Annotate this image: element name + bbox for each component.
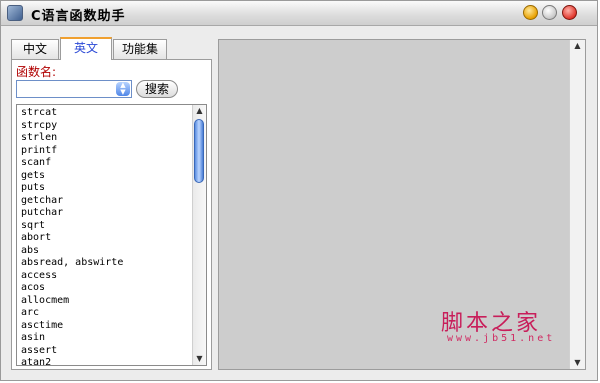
function-name-input[interactable]	[18, 82, 118, 96]
list-item[interactable]: assert	[21, 345, 191, 358]
function-name-combobox[interactable]: ▲ ▼	[16, 80, 132, 98]
scroll-thumb[interactable]	[194, 119, 204, 183]
list-item[interactable]: getchar	[21, 195, 191, 208]
list-item[interactable]: asin	[21, 332, 191, 345]
minimize-button[interactable]	[523, 5, 538, 20]
function-name-label: 函数名:	[16, 65, 57, 79]
tab-chinese[interactable]: 中文	[11, 39, 59, 59]
function-list: strcat strcpy strlen printf scanf gets p…	[21, 107, 191, 365]
list-item[interactable]: scanf	[21, 157, 191, 170]
scroll-down-arrow-icon[interactable]: ▼	[570, 357, 585, 369]
list-item[interactable]: arc	[21, 307, 191, 320]
function-listbox[interactable]: strcat strcpy strlen printf scanf gets p…	[16, 104, 207, 366]
list-item[interactable]: puts	[21, 182, 191, 195]
list-item[interactable]: abort	[21, 232, 191, 245]
list-item[interactable]: gets	[21, 170, 191, 183]
tab-function-sets[interactable]: 功能集	[113, 39, 167, 59]
watermark-url: www.jb51.net	[447, 333, 556, 344]
list-item[interactable]: acos	[21, 282, 191, 295]
list-item[interactable]: atan2	[21, 357, 191, 365]
left-panel: 中文 英文 功能集 函数名: ▲ ▼ 搜索 strcat strcpy strle…	[11, 37, 212, 370]
watermark: 脚本之家 www.jb51.net	[441, 305, 591, 345]
close-button[interactable]	[562, 5, 577, 20]
scroll-down-arrow-icon[interactable]: ▼	[193, 353, 206, 365]
scroll-up-arrow-icon[interactable]: ▲	[570, 40, 585, 52]
maximize-button[interactable]	[542, 5, 557, 20]
tab-english[interactable]: 英文	[60, 37, 112, 60]
title-bar[interactable]: C语言函数助手	[1, 1, 597, 26]
list-item[interactable]: access	[21, 270, 191, 283]
list-item[interactable]: abs	[21, 245, 191, 258]
list-item[interactable]: strlen	[21, 132, 191, 145]
list-scrollbar[interactable]: ▲ ▼	[192, 105, 206, 365]
dropdown-arrow-icon[interactable]: ▲ ▼	[116, 82, 130, 96]
list-item[interactable]: asctime	[21, 320, 191, 333]
english-tab-panel: 函数名: ▲ ▼ 搜索 strcat strcpy strlen printf s…	[11, 59, 212, 370]
list-item[interactable]: strcat	[21, 107, 191, 120]
list-item[interactable]: printf	[21, 145, 191, 158]
list-item[interactable]: sqrt	[21, 220, 191, 233]
window-title: C语言函数助手	[31, 9, 126, 24]
list-item[interactable]: putchar	[21, 207, 191, 220]
app-window: C语言函数助手 中文 英文 功能集 函数名: ▲ ▼ 搜索 strcat strc…	[0, 0, 598, 381]
search-button[interactable]: 搜索	[136, 80, 178, 98]
list-item[interactable]: absread, abswirte	[21, 257, 191, 270]
list-item[interactable]: strcpy	[21, 120, 191, 133]
list-item[interactable]: allocmem	[21, 295, 191, 308]
app-icon	[7, 5, 23, 21]
scroll-up-arrow-icon[interactable]: ▲	[193, 105, 206, 117]
tab-bar: 中文 英文 功能集	[11, 37, 212, 60]
